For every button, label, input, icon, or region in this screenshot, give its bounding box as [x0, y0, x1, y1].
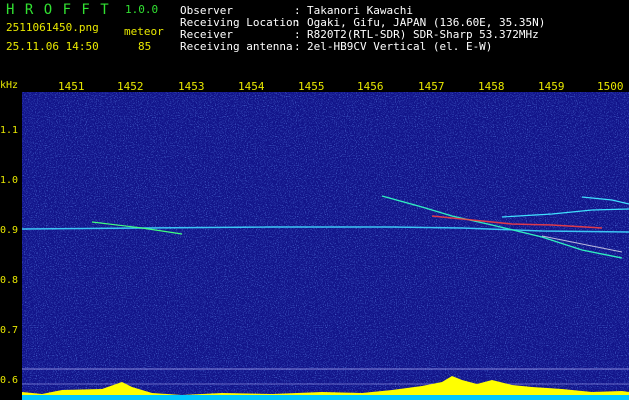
info-value-observer: Takanori Kawachi [307, 4, 413, 17]
level-baseline [22, 395, 629, 400]
y-axis: kHz 1.1 1.0 0.9 0.8 0.7 0.6 [0, 80, 22, 400]
app-version: 1.0.0 [125, 3, 159, 16]
info-value-antenna: 2el-HB9CV Vertical (el. E-W) [307, 40, 493, 53]
y-tick-label: 0.6 [0, 375, 19, 386]
spectrogram-plot [22, 92, 629, 400]
y-tick-label: 0.9 [0, 225, 19, 236]
file-name: 2511061450.png [6, 21, 99, 34]
info-value-location: Ogaki, Gifu, JAPAN (136.60E, 35.35N) [307, 16, 546, 29]
info-label-receiver: Receiver [180, 28, 233, 41]
app-logo: H R O F F T [6, 2, 110, 18]
info-sep: : [294, 16, 301, 29]
y-unit-label: kHz [0, 80, 19, 91]
y-tick-label: 0.8 [0, 275, 19, 286]
date-time: 25.11.06 14:50 [6, 40, 99, 53]
info-sep: : [294, 28, 301, 41]
y-tick-label: 1.0 [0, 175, 19, 186]
info-label-antenna: Receiving antenna [180, 40, 293, 53]
meteor-count: 85 [138, 40, 152, 53]
info-sep: : [294, 40, 301, 53]
info-sep: : [294, 4, 301, 17]
y-tick-label: 1.1 [0, 125, 19, 136]
noise-texture [22, 92, 629, 400]
y-tick-label: 0.7 [0, 325, 19, 336]
header-panel: H R O F F T 1.0.0 2511061450.png meteor … [0, 0, 629, 92]
info-value-receiver: R820T2(RTL-SDR) SDR-Sharp 53.372MHz [307, 28, 539, 41]
mode-label: meteor [124, 25, 164, 38]
spectrogram-canvas [22, 92, 629, 400]
info-label-location: Receiving Location [180, 16, 300, 29]
info-label-observer: Observer [180, 4, 233, 17]
